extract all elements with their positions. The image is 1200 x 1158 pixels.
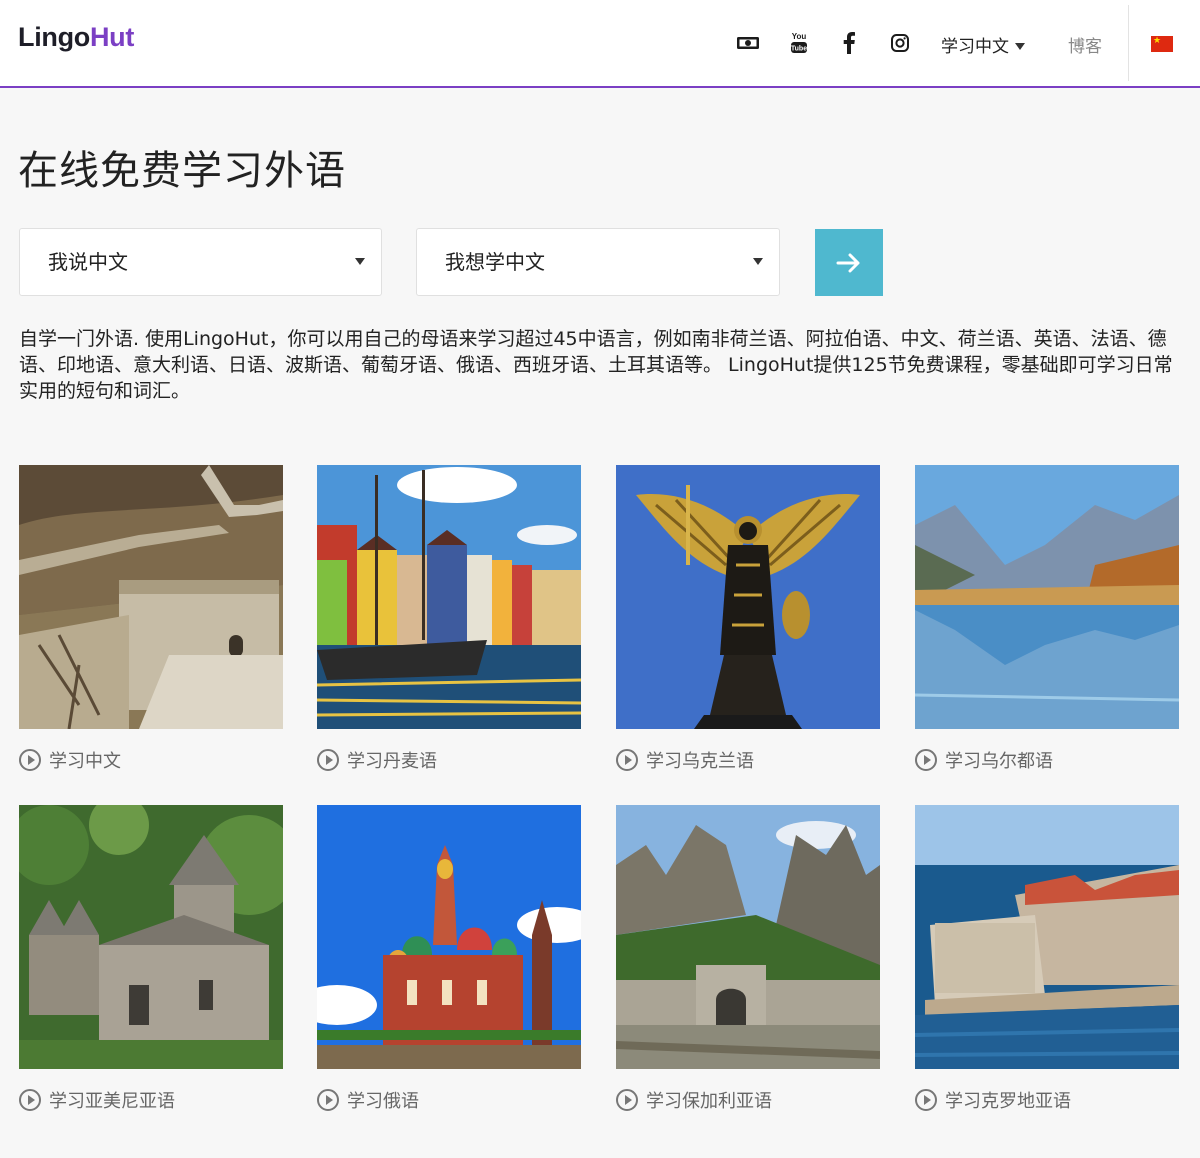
arrow-right-icon bbox=[836, 253, 860, 272]
intro-text: 自学一门外语. 使用LingoHut，你可以用自己的母语来学习超过45中语言，例… bbox=[19, 328, 1173, 402]
language-card[interactable]: 学习乌克兰语 bbox=[616, 465, 880, 773]
target-language-select[interactable]: 我想学中文 bbox=[416, 228, 780, 296]
page-title: 在线免费学习外语 bbox=[18, 148, 346, 194]
language-card[interactable]: 学习保加利亚语 bbox=[616, 805, 880, 1113]
chevron-down-icon bbox=[355, 258, 365, 265]
language-card-caption[interactable]: 学习克罗地亚语 bbox=[915, 1087, 1179, 1113]
language-card-label: 学习保加利亚语 bbox=[646, 1091, 772, 1112]
youtube-icon[interactable]: You Tube bbox=[786, 30, 812, 56]
lingohut-logo[interactable]: LingoHut bbox=[18, 22, 134, 53]
mountain-lake-photo[interactable] bbox=[915, 465, 1179, 729]
go-button[interactable] bbox=[815, 229, 883, 296]
language-card[interactable]: 学习俄语 bbox=[317, 805, 581, 1113]
language-card-caption[interactable]: 学习乌克兰语 bbox=[616, 747, 880, 773]
language-card-label: 学习乌克兰语 bbox=[646, 751, 754, 772]
play-icon bbox=[915, 1089, 937, 1111]
language-card-label: 学习中文 bbox=[49, 751, 121, 772]
language-card[interactable]: 学习亚美尼亚语 bbox=[19, 805, 283, 1113]
play-icon bbox=[616, 1089, 638, 1111]
svg-text:You: You bbox=[792, 32, 807, 41]
language-card-caption[interactable]: 学习丹麦语 bbox=[317, 747, 581, 773]
nav-divider bbox=[1128, 5, 1129, 81]
language-card-label: 学习克罗地亚语 bbox=[945, 1091, 1071, 1112]
language-card-caption[interactable]: 学习乌尔都语 bbox=[915, 747, 1179, 773]
target-language-value: 我想学中文 bbox=[445, 250, 545, 274]
blog-link[interactable]: 博客 bbox=[1068, 32, 1102, 57]
chevron-down-icon bbox=[753, 258, 763, 265]
language-card-caption[interactable]: 学习保加利亚语 bbox=[616, 1087, 880, 1113]
dubrovnik-photo[interactable] bbox=[915, 805, 1179, 1069]
great-wall-photo[interactable] bbox=[19, 465, 283, 729]
st-basils-cathedral-photo[interactable] bbox=[317, 805, 581, 1069]
language-card-label: 学习亚美尼亚语 bbox=[49, 1091, 175, 1112]
language-card-label: 学习俄语 bbox=[347, 1091, 419, 1112]
language-card-caption[interactable]: 学习亚美尼亚语 bbox=[19, 1087, 283, 1113]
chevron-down-icon bbox=[1015, 42, 1025, 50]
native-language-select[interactable]: 我说中文 bbox=[19, 228, 382, 296]
rock-fortress-photo[interactable] bbox=[616, 805, 880, 1069]
armenian-monastery-photo[interactable] bbox=[19, 805, 283, 1069]
money-icon[interactable] bbox=[735, 30, 761, 56]
china-flag-icon[interactable]: ★ bbox=[1151, 36, 1173, 52]
play-icon bbox=[317, 1089, 339, 1111]
top-header: LingoHut You Tube 学习中文 博客 ★ bbox=[0, 0, 1200, 88]
native-language-value: 我说中文 bbox=[48, 250, 128, 274]
language-menu-label: 学习中文 bbox=[941, 37, 1009, 57]
svg-text:Tube: Tube bbox=[791, 46, 807, 53]
copenhagen-harbor-photo[interactable] bbox=[317, 465, 581, 729]
play-icon bbox=[317, 749, 339, 771]
language-card-label: 学习乌尔都语 bbox=[945, 751, 1053, 772]
play-icon bbox=[19, 1089, 41, 1111]
language-card[interactable]: 学习乌尔都语 bbox=[915, 465, 1179, 773]
play-icon bbox=[915, 749, 937, 771]
language-card[interactable]: 学习克罗地亚语 bbox=[915, 805, 1179, 1113]
language-menu[interactable]: 学习中文 bbox=[941, 32, 1025, 57]
golden-angel-statue-photo[interactable] bbox=[616, 465, 880, 729]
instagram-icon[interactable] bbox=[887, 30, 913, 56]
language-card[interactable]: 学习丹麦语 bbox=[317, 465, 581, 773]
facebook-icon[interactable] bbox=[836, 30, 862, 56]
language-card[interactable]: 学习中文 bbox=[19, 465, 283, 773]
language-card-caption[interactable]: 学习中文 bbox=[19, 747, 283, 773]
language-card-caption[interactable]: 学习俄语 bbox=[317, 1087, 581, 1113]
play-icon bbox=[19, 749, 41, 771]
language-card-label: 学习丹麦语 bbox=[347, 751, 437, 772]
play-icon bbox=[616, 749, 638, 771]
